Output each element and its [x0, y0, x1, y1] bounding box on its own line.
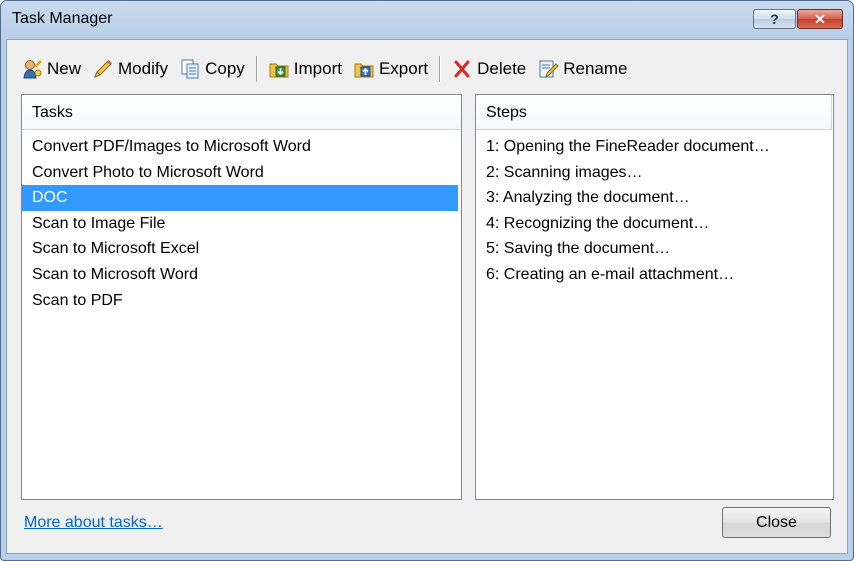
task-item[interactable]: Scan to Image File: [22, 211, 458, 237]
copy-icon: [179, 58, 201, 80]
modify-pencil-icon: [92, 58, 114, 80]
delete-label: Delete: [477, 59, 527, 78]
close-window-button[interactable]: ✕: [797, 9, 843, 29]
steps-list: 1: Opening the FineReader document… 2: S…: [476, 130, 833, 288]
tasks-header[interactable]: Tasks: [22, 95, 461, 130]
task-item[interactable]: Convert Photo to Microsoft Word: [22, 160, 458, 186]
import-label: Import: [293, 59, 342, 78]
copy-button[interactable]: Copy: [175, 54, 249, 84]
task-item[interactable]: Scan to PDF: [22, 288, 458, 314]
step-item[interactable]: 3: Analyzing the document…: [476, 185, 830, 211]
step-item[interactable]: 2: Scanning images…: [476, 160, 830, 186]
rename-icon: [537, 58, 559, 80]
export-button[interactable]: Export: [349, 54, 432, 84]
window-title: Task Manager: [12, 10, 113, 27]
close-button[interactable]: Close: [722, 507, 831, 538]
export-icon: [353, 58, 375, 80]
step-item[interactable]: 6: Creating an e-mail attachment…: [476, 262, 830, 288]
title-bar: Task Manager ? ✕: [1, 1, 853, 39]
import-icon: [268, 58, 290, 80]
new-button[interactable]: New: [17, 54, 85, 84]
toolbar-separator: [439, 56, 442, 82]
modify-button[interactable]: Modify: [88, 54, 172, 84]
toolbar-separator: [255, 56, 258, 82]
new-task-icon: [21, 58, 43, 80]
step-item[interactable]: 5: Saving the document…: [476, 236, 830, 262]
task-item[interactable]: Convert PDF/Images to Microsoft Word: [22, 134, 458, 160]
steps-panel: Steps 1: Opening the FineReader document…: [475, 94, 834, 500]
more-about-tasks-link[interactable]: More about tasks…: [24, 514, 163, 532]
steps-header[interactable]: Steps: [476, 95, 832, 130]
rename-label: Rename: [563, 59, 628, 78]
delete-button[interactable]: Delete: [447, 54, 530, 84]
rename-button[interactable]: Rename: [533, 54, 631, 84]
step-item[interactable]: 4: Recognizing the document…: [476, 211, 830, 237]
task-item[interactable]: Scan to Microsoft Excel: [22, 236, 458, 262]
tasks-list: Convert PDF/Images to Microsoft Word Con…: [22, 130, 461, 313]
step-item[interactable]: 1: Opening the FineReader document…: [476, 134, 830, 160]
toolbar: New Modify Copy Import Export Delete Ren…: [17, 47, 635, 91]
export-label: Export: [378, 59, 429, 78]
new-label: New: [47, 59, 82, 78]
task-item[interactable]: Scan to Microsoft Word: [22, 262, 458, 288]
help-button[interactable]: ?: [753, 9, 796, 29]
delete-x-icon: [451, 58, 473, 80]
task-item-selected[interactable]: DOC: [22, 185, 458, 211]
import-button[interactable]: Import: [264, 54, 346, 84]
tasks-panel: Tasks Convert PDF/Images to Microsoft Wo…: [21, 94, 462, 500]
copy-label: Copy: [205, 59, 245, 78]
modify-label: Modify: [118, 59, 169, 78]
